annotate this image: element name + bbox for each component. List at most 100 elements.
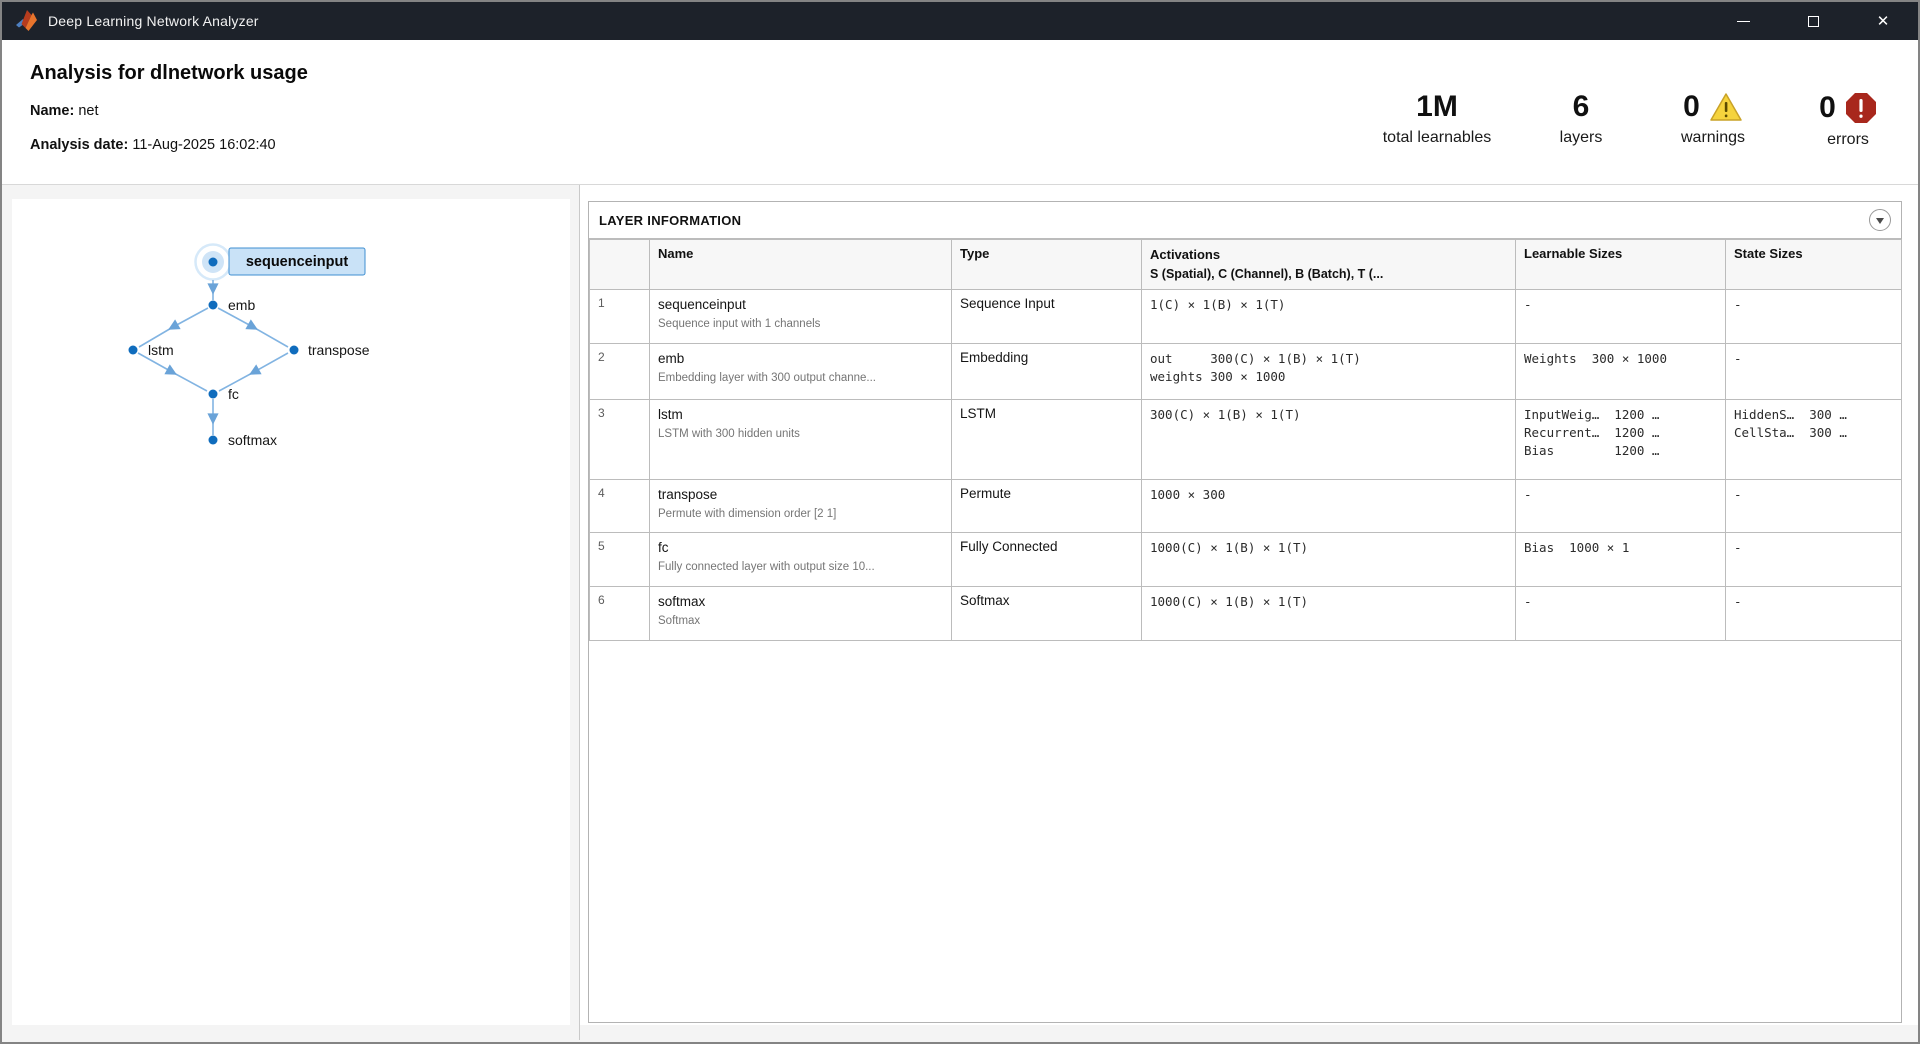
col-learnable-sizes[interactable]: Learnable Sizes	[1516, 240, 1726, 290]
stat-errors: 0 errors	[1786, 92, 1910, 149]
window-controls: ✕	[1696, 2, 1906, 40]
node-label-emb: emb	[228, 297, 255, 313]
row-index: 5	[590, 532, 650, 586]
layer-learnable-sizes: Weights 300 × 1000	[1516, 343, 1726, 399]
node-label-transpose: transpose	[308, 342, 370, 358]
layer-type: Sequence Input	[952, 289, 1142, 343]
close-icon: ✕	[1877, 14, 1890, 29]
layer-description: LSTM with 300 hidden units	[658, 427, 943, 442]
stat-label: warnings	[1681, 129, 1745, 147]
layer-table: Name Type Activations S (Spatial), C (Ch…	[589, 239, 1902, 641]
maximize-icon	[1808, 16, 1819, 27]
stat-value: 6	[1573, 92, 1590, 122]
layer-name: emb	[658, 350, 943, 368]
maximize-button[interactable]	[1790, 2, 1836, 40]
chevron-down-icon	[1876, 218, 1884, 224]
layer-information-title: LAYER INFORMATION	[599, 213, 741, 228]
summary-stats: 1M total learnables 6 layers 0 warnings	[1352, 92, 1910, 149]
layer-state-sizes: -	[1726, 479, 1902, 532]
layer-information-panel: LAYER INFORMATION Name Type	[588, 201, 1902, 1023]
col-activations-label: Activations	[1150, 247, 1220, 262]
warning-icon	[1709, 92, 1743, 122]
close-button[interactable]: ✕	[1860, 2, 1906, 40]
layer-information-titlebar: LAYER INFORMATION	[589, 202, 1901, 239]
table-row[interactable]: 6 softmax Softmax Softmax 1000(C) × 1(B)…	[590, 586, 1902, 640]
matlab-logo-icon	[15, 9, 39, 33]
collapse-panel-button[interactable]	[1869, 209, 1891, 231]
node-label-fc: fc	[228, 386, 239, 402]
stat-label: layers	[1560, 129, 1603, 147]
col-state-sizes[interactable]: State Sizes	[1726, 240, 1902, 290]
titlebar: Deep Learning Network Analyzer ✕	[2, 2, 1918, 40]
layer-type: Fully Connected	[952, 532, 1142, 586]
minimize-button[interactable]	[1720, 2, 1766, 40]
stat-value: 0	[1819, 93, 1836, 123]
table-row[interactable]: 5 fc Fully connected layer with output s…	[590, 532, 1902, 586]
layer-learnable-sizes: -	[1516, 289, 1726, 343]
layer-learnable-sizes: Bias 1000 × 1	[1516, 532, 1726, 586]
date-value: 11-Aug-2025 16:02:40	[132, 137, 275, 153]
layer-table-header-row: Name Type Activations S (Spatial), C (Ch…	[590, 240, 1902, 290]
col-name[interactable]: Name	[650, 240, 952, 290]
layer-name: fc	[658, 539, 943, 557]
layer-state-sizes: -	[1726, 532, 1902, 586]
node-sequenceinput[interactable]	[209, 258, 218, 267]
table-row[interactable]: 2 emb Embedding layer with 300 output ch…	[590, 343, 1902, 399]
stat-value: 0	[1683, 92, 1700, 122]
network-diagram-panel[interactable]: sequenceinput emb lstm transpose fc soft…	[12, 199, 570, 1025]
layer-state-sizes: -	[1726, 289, 1902, 343]
col-index	[590, 240, 650, 290]
layer-activations: 1000(C) × 1(B) × 1(T)	[1142, 532, 1516, 586]
row-index: 2	[590, 343, 650, 399]
layer-name: sequenceinput	[658, 296, 943, 314]
name-label: Name:	[30, 103, 74, 119]
minimize-icon	[1737, 21, 1750, 22]
page-title: Analysis for dlnetwork usage	[30, 62, 308, 85]
stat-label: total learnables	[1383, 129, 1492, 147]
layer-name: lstm	[658, 406, 943, 424]
col-type[interactable]: Type	[952, 240, 1142, 290]
stat-label: errors	[1827, 131, 1869, 149]
row-index: 3	[590, 399, 650, 479]
layer-name: transpose	[658, 486, 943, 504]
edge-emb-transpose	[218, 308, 288, 347]
layer-type: Softmax	[952, 586, 1142, 640]
layer-learnable-sizes: -	[1516, 586, 1726, 640]
network-diagram: sequenceinput emb lstm transpose fc soft…	[12, 199, 570, 1025]
col-activations[interactable]: Activations S (Spatial), C (Channel), B …	[1142, 240, 1516, 290]
error-icon	[1845, 92, 1877, 124]
layer-description: Softmax	[658, 614, 943, 629]
layer-description: Embedding layer with 300 output channe..…	[658, 371, 943, 386]
layer-type: LSTM	[952, 399, 1142, 479]
table-row[interactable]: 1 sequenceinput Sequence input with 1 ch…	[590, 289, 1902, 343]
layer-type: Embedding	[952, 343, 1142, 399]
node-softmax[interactable]	[209, 436, 218, 445]
layer-state-sizes: HiddenS… 300 … CellSta… 300 …	[1726, 399, 1902, 479]
node-lstm[interactable]	[129, 346, 138, 355]
selected-node-label[interactable]: sequenceinput	[229, 248, 365, 275]
stat-warnings: 0 warnings	[1640, 92, 1786, 149]
layer-activations: 1000 × 300	[1142, 479, 1516, 532]
selected-node-label-text: sequenceinput	[246, 254, 348, 270]
edge-lstm-fc	[138, 353, 207, 391]
layer-state-sizes: -	[1726, 586, 1902, 640]
layer-state-sizes: -	[1726, 343, 1902, 399]
node-label-softmax: softmax	[228, 432, 277, 448]
analysis-header: Analysis for dlnetwork usage Name: net A…	[2, 40, 1918, 185]
layer-information-area: LAYER INFORMATION Name Type	[580, 185, 1918, 1025]
layer-type: Permute	[952, 479, 1142, 532]
analysis-date-line: Analysis date: 11-Aug-2025 16:02:40	[30, 137, 308, 153]
layer-activations: out 300(C) × 1(B) × 1(T) weights 300 × 1…	[1142, 343, 1516, 399]
window-title: Deep Learning Network Analyzer	[48, 13, 259, 29]
row-index: 6	[590, 586, 650, 640]
table-row[interactable]: 3 lstm LSTM with 300 hidden units LSTM 3…	[590, 399, 1902, 479]
date-label: Analysis date:	[30, 137, 128, 153]
layer-activations: 300(C) × 1(B) × 1(T)	[1142, 399, 1516, 479]
table-row[interactable]: 4 transpose Permute with dimension order…	[590, 479, 1902, 532]
layer-activations: 1(C) × 1(B) × 1(T)	[1142, 289, 1516, 343]
node-transpose[interactable]	[290, 346, 299, 355]
col-activations-sub: S (Spatial), C (Channel), B (Batch), T (…	[1150, 265, 1507, 283]
node-fc[interactable]	[209, 390, 218, 399]
node-emb[interactable]	[209, 301, 218, 310]
row-index: 1	[590, 289, 650, 343]
